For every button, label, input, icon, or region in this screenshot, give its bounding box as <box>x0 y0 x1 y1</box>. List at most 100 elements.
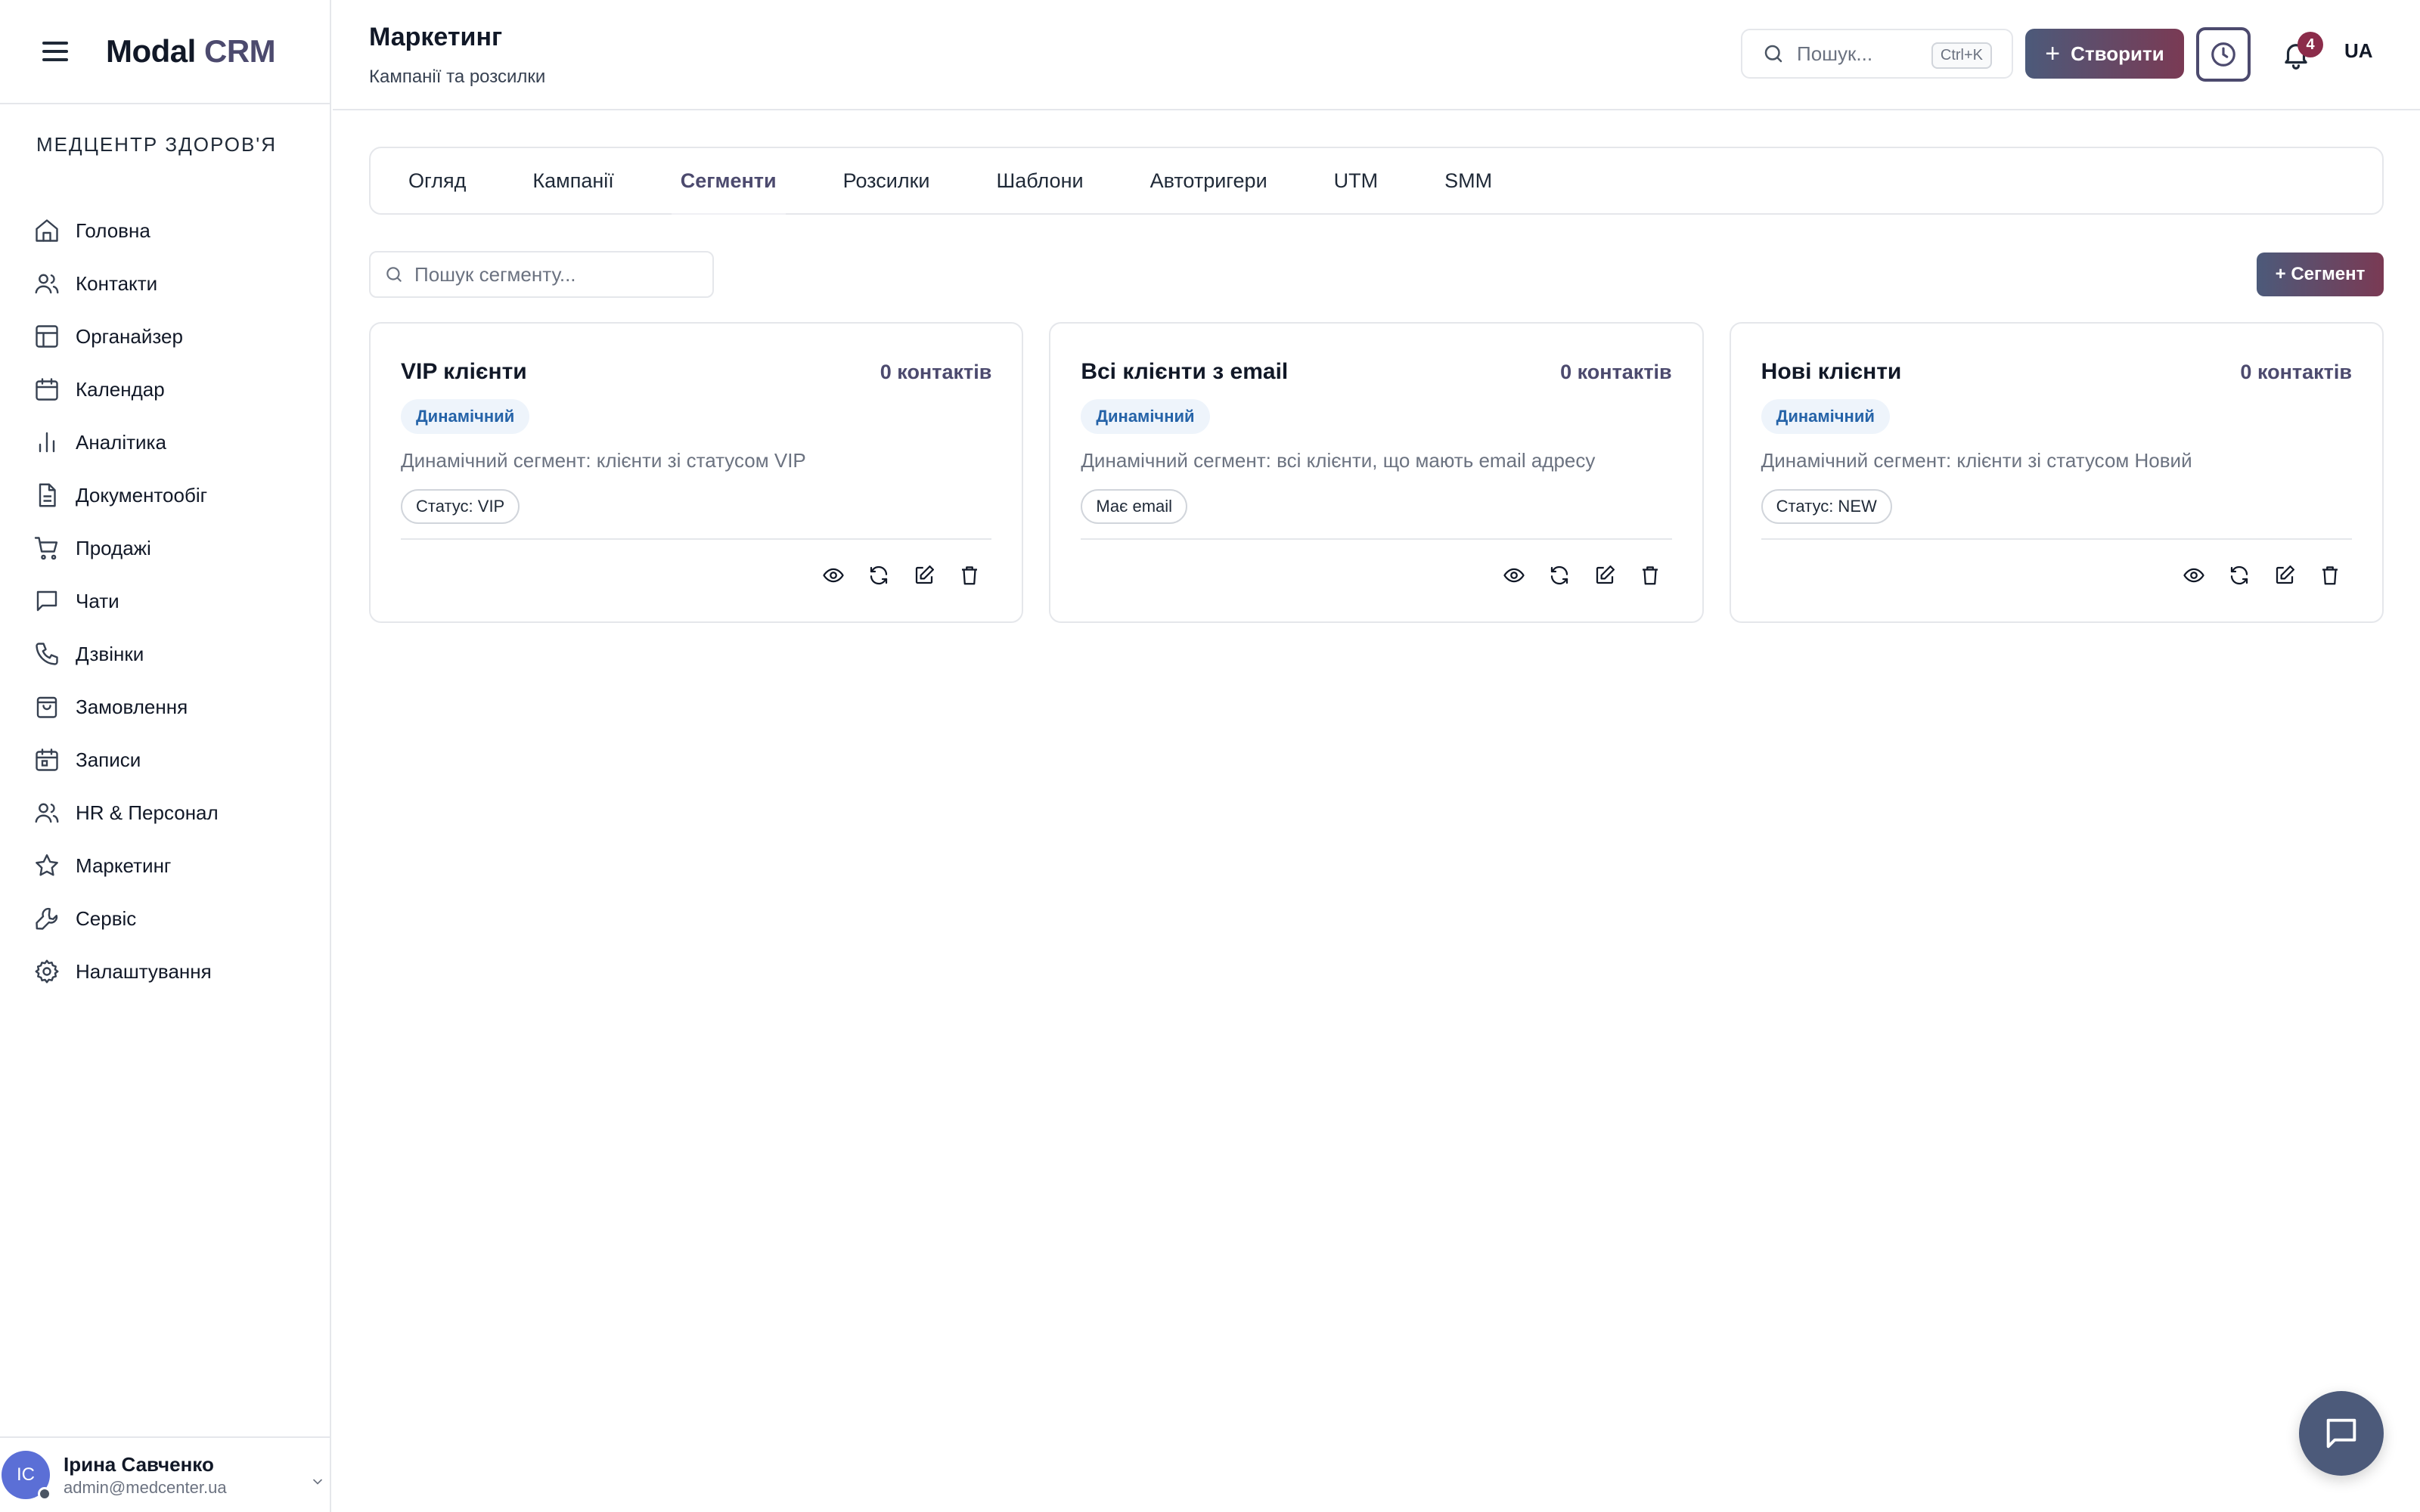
sidebar-item-calls[interactable]: Дзвінки <box>0 627 330 680</box>
sidebar-item-orders[interactable]: Замовлення <box>0 680 330 733</box>
sidebar-item-records[interactable]: Записи <box>0 733 330 786</box>
edit-icon[interactable] <box>1592 562 1618 588</box>
clock-icon <box>2211 42 2235 67</box>
create-button-label: Створити <box>2071 42 2164 65</box>
bar-chart-icon <box>39 432 55 453</box>
sidebar-item-label: Продажі <box>76 536 151 559</box>
segment-description: Динамічний сегмент: клієнти зі статусом … <box>1761 449 2192 472</box>
page-title: Маркетинг <box>369 23 503 51</box>
sidebar-item-label: Аналітика <box>76 430 166 454</box>
notification-badge: 4 <box>2297 32 2323 57</box>
add-segment-button[interactable]: + Сегмент <box>2257 253 2384 296</box>
gear-icon <box>35 959 59 984</box>
sidebar-item-label: HR & Персонал <box>76 801 219 824</box>
sidebar-item-sales[interactable]: Продажі <box>0 522 330 575</box>
language-switch[interactable]: UA <box>2344 39 2373 63</box>
create-button[interactable]: + Створити <box>2025 29 2184 79</box>
search-icon <box>1764 45 1782 63</box>
segment-title: Всі клієнти з email <box>1081 359 1289 384</box>
tab-autotriggers[interactable]: Автотригери <box>1150 147 1267 215</box>
tab-templates[interactable]: Шаблони <box>996 147 1083 215</box>
users-icon <box>35 274 59 294</box>
segment-title: VIP клієнти <box>401 359 527 384</box>
marketing-tabs: Огляд Кампанії Сегменти Розсилки Шаблони… <box>369 147 2384 215</box>
segment-type-badge: Динамічний <box>1081 399 1210 434</box>
home-icon <box>36 219 58 242</box>
sidebar-item-label: Налаштування <box>76 959 212 983</box>
brand-name: Modal <box>106 33 196 69</box>
sidebar-item-label: Замовлення <box>76 695 188 718</box>
sidebar-item-marketing[interactable]: Маркетинг <box>0 839 330 892</box>
avatar: IC <box>2 1451 51 1501</box>
sidebar: Modal CRM МЕДЦЕНТР ЗДОРОВ'Я Головна Конт… <box>0 0 331 1512</box>
avatar-initials: IC <box>17 1464 35 1485</box>
sidebar-item-label: Документообіг <box>76 483 208 507</box>
edit-icon[interactable] <box>911 562 937 588</box>
user-profile[interactable]: IC Ірина Савченко admin@medcenter.ua <box>0 1436 330 1512</box>
segment-actions <box>1501 562 1663 588</box>
sidebar-item-label: Контакти <box>76 271 158 295</box>
global-search[interactable]: Ctrl+K <box>1741 29 2013 79</box>
refresh-icon[interactable] <box>1547 562 1572 588</box>
segment-card: Всі клієнти з email 0 контактів Динамічн… <box>1049 322 1704 623</box>
card-divider <box>401 538 992 540</box>
trash-icon[interactable] <box>1637 562 1663 588</box>
segment-card: Нові клієнти 0 контактів Динамічний Дина… <box>1729 322 2384 623</box>
segment-description: Динамічний сегмент: клієнти зі статусом … <box>401 449 806 472</box>
sidebar-item-chats[interactable]: Чати <box>0 575 330 627</box>
segment-search-input[interactable] <box>414 262 702 287</box>
segment-search[interactable] <box>369 251 714 298</box>
sidebar-item-contacts[interactable]: Контакти <box>0 257 330 310</box>
history-button[interactable] <box>2196 27 2251 82</box>
tab-campaigns[interactable]: Кампанії <box>532 147 613 215</box>
sidebar-item-label: Записи <box>76 748 141 771</box>
tab-overview[interactable]: Огляд <box>408 147 466 215</box>
user-email: admin@medcenter.ua <box>64 1478 227 1497</box>
sidebar-item-home[interactable]: Головна <box>0 204 330 257</box>
segment-description: Динамічний сегмент: всі клієнти, що мают… <box>1081 449 1596 472</box>
tab-mailings[interactable]: Розсилки <box>843 147 930 215</box>
user-info: Ірина Савченко admin@medcenter.ua <box>64 1452 227 1498</box>
notifications-button[interactable]: 4 <box>2272 30 2323 79</box>
trash-icon[interactable] <box>957 562 982 588</box>
sidebar-item-label: Чати <box>76 589 119 612</box>
chat-fab-button[interactable] <box>2299 1391 2384 1476</box>
view-icon[interactable] <box>821 562 846 588</box>
sidebar-item-analytics[interactable]: Аналітика <box>0 416 330 469</box>
calendar-check-icon <box>36 748 58 771</box>
menu-toggle-icon[interactable] <box>42 42 68 61</box>
segment-filter-tag: Статус: VIP <box>401 489 520 524</box>
sidebar-item-service[interactable]: Сервіс <box>0 892 330 945</box>
sidebar-item-label: Календар <box>76 377 165 401</box>
global-search-input[interactable] <box>1797 42 1925 66</box>
segment-count: 0 контактів <box>880 360 992 383</box>
chevron-down-icon[interactable] <box>310 1474 325 1489</box>
page-subtitle: Кампанії та розсилки <box>369 67 546 87</box>
wrench-icon <box>36 907 58 930</box>
tab-smm[interactable]: SMM <box>1444 147 1492 215</box>
sidebar-item-documents[interactable]: Документообіг <box>0 469 330 522</box>
message-icon <box>2326 1418 2356 1448</box>
view-icon[interactable] <box>1501 562 1527 588</box>
user-name: Ірина Савченко <box>64 1453 214 1476</box>
sidebar-item-calendar[interactable]: Календар <box>0 363 330 416</box>
edit-icon[interactable] <box>2272 562 2297 588</box>
star-icon <box>36 854 58 876</box>
sidebar-item-hr[interactable]: HR & Персонал <box>0 786 330 839</box>
sidebar-item-organizer[interactable]: Органайзер <box>0 310 330 363</box>
brand-accent: CRM <box>204 33 276 69</box>
refresh-icon[interactable] <box>2226 562 2252 588</box>
segment-title: Нові клієнти <box>1761 359 1902 384</box>
view-icon[interactable] <box>2181 562 2207 588</box>
segment-actions <box>2181 562 2343 588</box>
search-icon <box>386 267 402 282</box>
tab-utm[interactable]: UTM <box>1334 147 1378 215</box>
brand-logo[interactable]: Modal CRM <box>106 33 276 70</box>
cart-icon <box>34 537 58 560</box>
refresh-icon[interactable] <box>866 562 892 588</box>
users-icon <box>35 803 59 823</box>
tab-segments[interactable]: Сегменти <box>671 147 786 215</box>
segment-actions <box>821 562 982 588</box>
trash-icon[interactable] <box>2317 562 2343 588</box>
sidebar-item-settings[interactable]: Налаштування <box>0 945 330 998</box>
